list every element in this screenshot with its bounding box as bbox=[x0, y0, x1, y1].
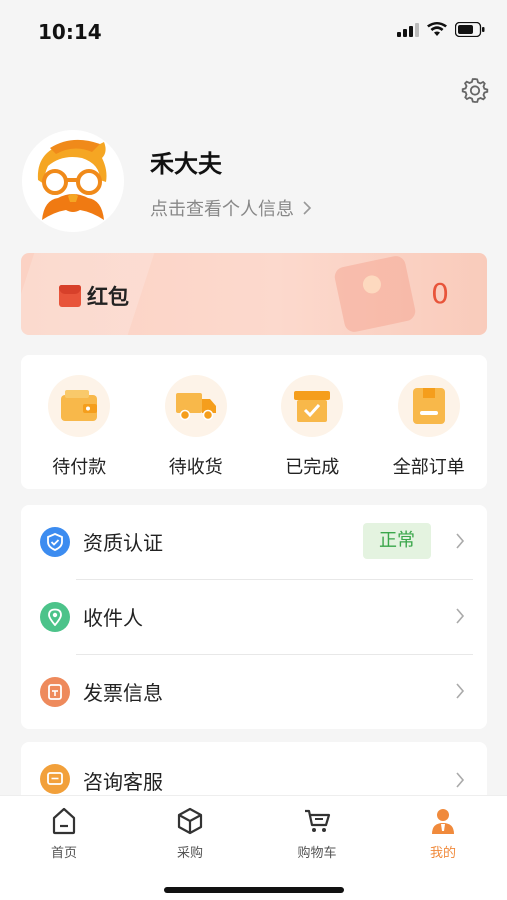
home-icon bbox=[24, 804, 104, 838]
tab-home[interactable]: 首页 bbox=[24, 804, 104, 861]
status-bar: 10:14 bbox=[0, 0, 507, 60]
home-indicator bbox=[164, 887, 344, 893]
cart-icon bbox=[277, 804, 357, 838]
location-icon bbox=[40, 602, 70, 632]
menu-item-label: 咨询客服 bbox=[83, 770, 163, 794]
user-name: 禾大夫 bbox=[150, 150, 222, 178]
wallet-icon bbox=[48, 375, 111, 437]
settings-gear-icon[interactable] bbox=[461, 76, 489, 104]
signal-icon bbox=[397, 22, 419, 37]
view-profile-link[interactable]: 点击查看个人信息 bbox=[150, 195, 312, 221]
order-all[interactable]: 全部订单 bbox=[371, 355, 488, 489]
invoice-icon bbox=[40, 677, 70, 707]
wifi-icon bbox=[427, 22, 447, 36]
tab-mine[interactable]: 我的 bbox=[403, 804, 483, 861]
truck-icon bbox=[164, 375, 227, 437]
chevron-right-icon bbox=[456, 772, 465, 788]
orders-panel: 待付款 待收货 已完成 全部订单 bbox=[21, 355, 487, 489]
red-packet-value: 0 bbox=[431, 277, 449, 310]
menu-item-label: 收件人 bbox=[83, 606, 143, 630]
menu-card: 资质认证 正常 收件人 发票信息 bbox=[21, 505, 487, 729]
red-packet-label: 红包 bbox=[87, 285, 129, 309]
box-check-icon bbox=[281, 375, 344, 437]
order-label: 已完成 bbox=[285, 457, 340, 478]
order-label: 待收货 bbox=[168, 457, 223, 478]
order-label: 待付款 bbox=[52, 457, 107, 478]
order-pending-receipt[interactable]: 待收货 bbox=[138, 355, 255, 489]
status-badge: 正常 bbox=[363, 523, 431, 559]
tab-label: 我的 bbox=[429, 846, 456, 861]
tab-cart[interactable]: 购物车 bbox=[277, 804, 357, 861]
shield-icon bbox=[40, 527, 70, 557]
menu-item-customer-service[interactable]: 咨询客服 bbox=[21, 742, 487, 802]
avatar-illustration bbox=[22, 130, 124, 232]
red-envelope-icon bbox=[59, 285, 81, 307]
tab-label: 购物车 bbox=[297, 846, 337, 861]
battery-icon bbox=[455, 22, 485, 37]
chat-icon bbox=[40, 764, 70, 794]
view-profile-label: 点击查看个人信息 bbox=[150, 199, 294, 220]
order-completed[interactable]: 已完成 bbox=[254, 355, 371, 489]
tab-label: 采购 bbox=[176, 846, 203, 861]
tab-bar: 首页 采购 购物车 我的 bbox=[0, 795, 507, 900]
chevron-right-icon bbox=[456, 608, 465, 624]
profile-section[interactable]: 禾大夫 点击查看个人信息 bbox=[22, 130, 487, 235]
chevron-right-icon bbox=[303, 201, 312, 215]
menu-item-recipient[interactable]: 收件人 bbox=[21, 580, 487, 654]
order-label: 全部订单 bbox=[392, 457, 465, 478]
user-icon bbox=[403, 804, 483, 838]
status-icons bbox=[397, 22, 485, 37]
menu-item-label: 发票信息 bbox=[83, 681, 163, 705]
tab-label: 首页 bbox=[50, 846, 77, 861]
order-list-icon bbox=[397, 375, 460, 437]
order-pending-payment[interactable]: 待付款 bbox=[21, 355, 138, 489]
menu-item-label: 资质认证 bbox=[83, 531, 163, 555]
cube-icon bbox=[150, 804, 230, 838]
banner-decoration-envelope bbox=[332, 254, 418, 334]
tab-purchase[interactable]: 采购 bbox=[150, 804, 230, 861]
chevron-right-icon bbox=[456, 533, 465, 549]
chevron-right-icon bbox=[456, 683, 465, 699]
menu-item-qualification[interactable]: 资质认证 正常 bbox=[21, 505, 487, 579]
menu-item-invoice[interactable]: 发票信息 bbox=[21, 655, 487, 729]
menu-card-support: 咨询客服 bbox=[21, 742, 487, 802]
status-time: 10:14 bbox=[38, 20, 102, 44]
avatar[interactable] bbox=[22, 130, 124, 232]
red-packet-banner[interactable]: 红包 0 bbox=[21, 253, 487, 335]
